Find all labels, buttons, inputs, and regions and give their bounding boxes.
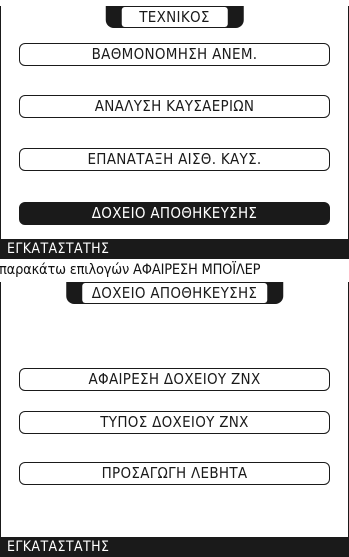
menu-item-boiler-flow[interactable]: ΠΡΟΣΑΓΩΓΗ ΛΕΒΗΤΑ [19, 462, 330, 485]
screen-title-bar: ΔΟΧΕΙΟ ΑΠΟΘΗΚΕΥΣΗΣ [65, 282, 284, 304]
manual-page: ΤΕΧΝΙΚΟΣ ΒΑΘΜΟΝΟΜΗΣΗ ΑΝΕΜ. ΑΝΑΛΥΣΗ ΚΑΥΣΑ… [0, 0, 349, 557]
screen-title: ΤΕΧΝΙΚΟΣ [121, 7, 228, 27]
footer-installer-label: ΕΓΚΑΤΑΣΤΑΤΗΣ [1, 239, 348, 259]
instruction-caption: ν παρακάτω επιλογών ΑΦΑΙΡΕΣΗ ΜΠΟΪΛΕΡ [0, 262, 261, 278]
menu-item-storage-tank[interactable]: ΔΟΧΕΙΟ ΑΠΟΘΗΚΕΥΣΗΣ [19, 202, 330, 225]
menu-item-dhw-tank-type[interactable]: ΤΥΠΟΣ ΔΟΧΕΙΟΥ ΖΝΧ [19, 411, 330, 434]
menu-item-flue-gas-analysis[interactable]: ΑΝΑΛΥΣΗ ΚΑΥΣΑΕΡΙΩΝ [19, 95, 330, 118]
screen-frame: ΤΕΧΝΙΚΟΣ ΒΑΘΜΟΝΟΜΗΣΗ ΑΝΕΜ. ΑΝΑΛΥΣΗ ΚΑΥΣΑ… [0, 6, 349, 259]
screen-frame: ΔΟΧΕΙΟ ΑΠΟΘΗΚΕΥΣΗΣ ΑΦΑΙΡΕΣΗ ΔΟΧΕΙΟΥ ΖΝΧ … [0, 282, 349, 557]
menu-item-combustion-sensor-reset[interactable]: ΕΠΑΝΑΤΑΞΗ ΑΙΣΘ. ΚΑΥΣ. [19, 148, 330, 171]
screen-title: ΔΟΧΕΙΟ ΑΠΟΘΗΚΕΥΣΗΣ [81, 283, 268, 303]
screen-title-bar: ΤΕΧΝΙΚΟΣ [105, 6, 244, 28]
footer-installer-label: ΕΓΚΑΤΑΣΤΑΤΗΣ [1, 537, 348, 557]
menu-item-fan-calibration[interactable]: ΒΑΘΜΟΝΟΜΗΣΗ ΑΝΕΜ. [19, 43, 330, 66]
storage-tank-menu-screen: ΔΟΧΕΙΟ ΑΠΟΘΗΚΕΥΣΗΣ ΑΦΑΙΡΕΣΗ ΔΟΧΕΙΟΥ ΖΝΧ … [0, 282, 349, 557]
menu-item-remove-dhw-tank[interactable]: ΑΦΑΙΡΕΣΗ ΔΟΧΕΙΟΥ ΖΝΧ [19, 368, 330, 391]
technician-menu-screen: ΤΕΧΝΙΚΟΣ ΒΑΘΜΟΝΟΜΗΣΗ ΑΝΕΜ. ΑΝΑΛΥΣΗ ΚΑΥΣΑ… [0, 6, 349, 259]
